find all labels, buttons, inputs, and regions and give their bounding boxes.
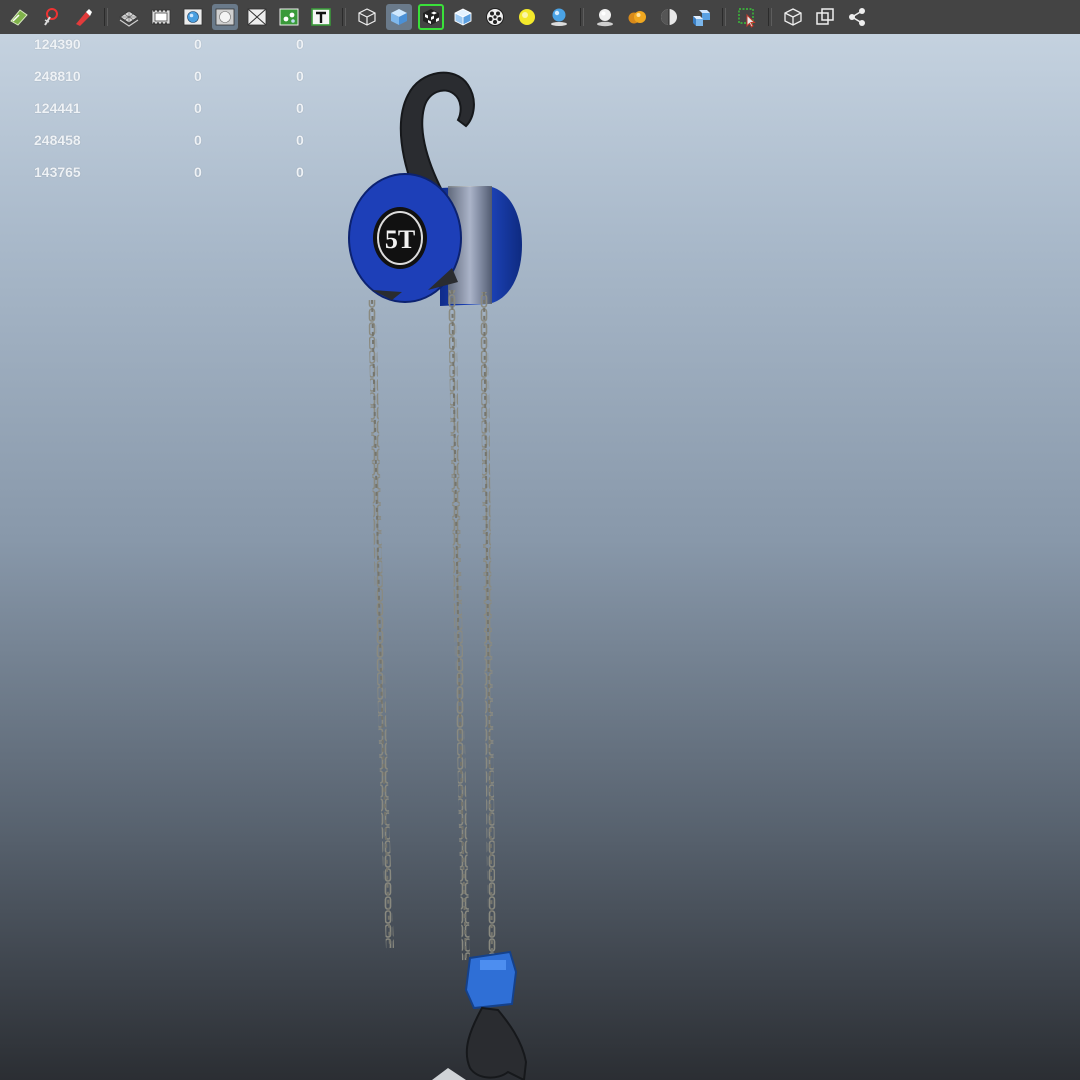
xray-button[interactable]: [482, 4, 508, 30]
smooth-shade-button[interactable]: [386, 4, 412, 30]
xray-active-icon: [816, 8, 834, 25]
field-chart-icon: [247, 8, 267, 26]
default-light-button[interactable]: [514, 4, 540, 30]
isolate-select-button[interactable]: [734, 4, 760, 30]
lock-camera-button[interactable]: [38, 4, 64, 30]
grid-icon: [119, 10, 139, 27]
film-gate-icon: [151, 9, 171, 25]
textured-button[interactable]: [418, 4, 444, 30]
gate-mask-icon: [215, 8, 235, 26]
multisample-aa-button[interactable]: [688, 4, 714, 30]
screen-space-ao-icon: [628, 11, 646, 24]
safe-action-icon: [279, 8, 299, 26]
hoist-body: 5T: [348, 173, 522, 306]
toolbar-separator: [768, 8, 772, 26]
capacity-label: 5T: [385, 225, 415, 254]
smooth-shade-icon: [391, 9, 407, 25]
motion-blur-button[interactable]: [656, 4, 682, 30]
wireframe-icon: [358, 8, 376, 26]
safe-title-icon: [311, 8, 331, 26]
resolution-gate-button[interactable]: [180, 4, 206, 30]
bottom-block: [432, 950, 528, 1080]
select-camera-button[interactable]: [6, 4, 32, 30]
isolate-select-icon: [738, 8, 756, 28]
gate-mask-button[interactable]: [212, 4, 238, 30]
film-gate-button[interactable]: [148, 4, 174, 30]
multisample-aa-icon: [693, 10, 710, 26]
hoist-chains: [368, 289, 496, 961]
viewport-toolbar: [0, 0, 1080, 34]
wireframe-on-shaded-button[interactable]: [450, 4, 476, 30]
field-chart-button[interactable]: [244, 4, 270, 30]
toolbar-separator: [722, 8, 726, 26]
select-camera-icon: [10, 9, 28, 26]
shadows-button[interactable]: [592, 4, 618, 30]
share-button[interactable]: [844, 4, 870, 30]
xray-active-button[interactable]: [812, 4, 838, 30]
bookmark-icon: [76, 9, 92, 26]
wireframe-on-shaded-icon: [454, 8, 472, 26]
all-lights-button[interactable]: [546, 4, 572, 30]
toolbar-separator: [104, 8, 108, 26]
xray-joints-icon: [784, 8, 802, 26]
resolution-gate-icon: [183, 8, 203, 26]
toolbar-separator: [580, 8, 584, 26]
screen-space-ao-button[interactable]: [624, 4, 650, 30]
all-lights-icon: [551, 8, 567, 26]
motion-blur-icon: [661, 9, 677, 25]
toolbar-separator: [342, 8, 346, 26]
lock-camera-icon: [44, 8, 58, 26]
3d-viewport[interactable]: 5T: [0, 34, 1080, 1080]
scene-render: 5T: [348, 71, 528, 1080]
bookmark-button[interactable]: [70, 4, 96, 30]
safe-title-button[interactable]: [308, 4, 334, 30]
xray-icon: [486, 8, 504, 26]
safe-action-button[interactable]: [276, 4, 302, 30]
default-light-icon: [519, 9, 535, 25]
grid-button[interactable]: [116, 4, 142, 30]
shadows-icon: [597, 9, 613, 27]
wireframe-button[interactable]: [354, 4, 380, 30]
xray-joints-button[interactable]: [780, 4, 806, 30]
textured-icon: [423, 9, 439, 25]
share-icon: [849, 8, 865, 26]
